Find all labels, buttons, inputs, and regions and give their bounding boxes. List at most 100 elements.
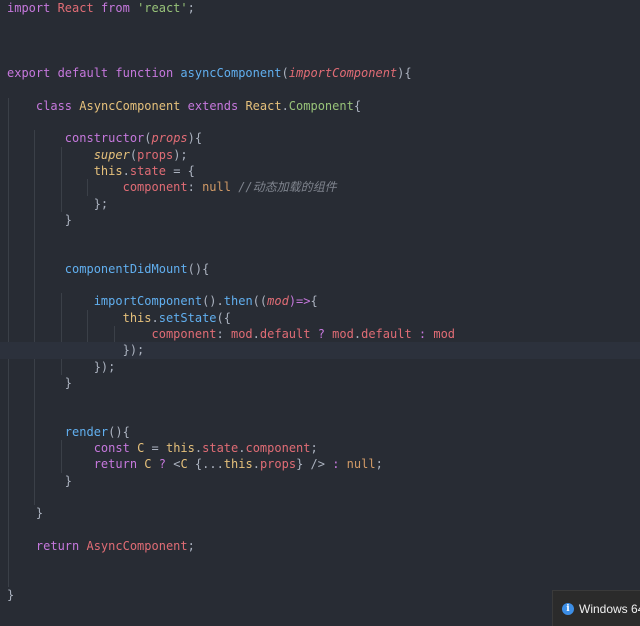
code-token: component xyxy=(245,441,311,456)
code-line[interactable]: }); xyxy=(0,359,640,375)
code-token: ; xyxy=(187,538,195,553)
code-line[interactable] xyxy=(0,49,640,65)
code-line[interactable]: }; xyxy=(0,196,640,212)
code-line[interactable]: this.setState({ xyxy=(0,310,640,326)
code-line[interactable]: importComponent().then((mod)=>{ xyxy=(0,293,640,309)
code-token: = { xyxy=(165,164,195,178)
code-token: mod xyxy=(433,327,456,341)
code-token: then xyxy=(223,294,253,309)
code-token: { xyxy=(353,98,362,113)
code-line[interactable]: export default function asyncComponent(i… xyxy=(0,65,640,81)
code-token: }); xyxy=(93,359,116,374)
code-line[interactable]: import React from 'react'; xyxy=(0,0,640,16)
code-token: return xyxy=(35,538,87,553)
code-line[interactable]: component: null //动态加载的组件 xyxy=(0,179,640,195)
code-line[interactable]: render(){ xyxy=(0,424,640,440)
code-token: C xyxy=(144,457,152,472)
code-token: mod xyxy=(230,327,253,341)
code-token: class xyxy=(35,98,80,113)
code-token: } xyxy=(7,587,15,602)
code-line[interactable]: } xyxy=(0,212,640,228)
code-token: export default function xyxy=(7,66,181,81)
code-token: return xyxy=(93,457,145,472)
code-line[interactable]: } xyxy=(0,505,640,521)
code-token: . xyxy=(353,327,362,341)
code-token: : xyxy=(216,327,231,341)
code-token: this xyxy=(165,441,195,456)
code-token: . xyxy=(151,310,159,325)
code-token: null xyxy=(346,457,376,472)
info-icon: i xyxy=(562,602,574,615)
code-token: ? xyxy=(151,457,174,472)
code-line[interactable] xyxy=(0,277,640,293)
code-token: ; xyxy=(375,457,383,472)
code-token: from xyxy=(100,1,138,15)
code-token: props xyxy=(137,147,174,162)
code-token: (( xyxy=(252,294,268,309)
code-line[interactable]: const C = this.state.component; xyxy=(0,440,640,456)
code-token: this xyxy=(223,457,253,472)
code-line[interactable] xyxy=(0,522,640,538)
code-token: const xyxy=(93,441,138,456)
code-token: extends xyxy=(187,98,246,113)
code-line[interactable] xyxy=(0,16,640,32)
code-line[interactable]: return AsyncComponent; xyxy=(0,538,640,554)
code-line[interactable] xyxy=(0,82,640,98)
code-line[interactable]: } xyxy=(0,587,640,603)
code-token: props xyxy=(151,131,188,146)
code-token: super xyxy=(93,147,130,162)
code-line[interactable]: } xyxy=(0,473,640,489)
code-token: component xyxy=(151,327,217,341)
windows-notification[interactable]: i Windows 64 xyxy=(552,590,640,626)
code-token: ({ xyxy=(216,310,231,325)
code-line[interactable] xyxy=(0,114,640,130)
code-line[interactable] xyxy=(0,571,640,587)
code-token: ; xyxy=(310,441,318,456)
code-token: constructor xyxy=(64,131,145,146)
code-token: mod xyxy=(267,294,289,309)
code-token: mod xyxy=(332,327,354,341)
code-line[interactable]: } xyxy=(0,375,640,391)
code-token: Component xyxy=(288,98,354,113)
code-token: ( xyxy=(144,131,152,146)
code-line[interactable]: component: mod.default ? mod.default : m… xyxy=(0,326,640,342)
code-line[interactable] xyxy=(0,228,640,244)
code-token: ( xyxy=(129,147,138,162)
code-line[interactable]: this.state = { xyxy=(0,163,640,179)
code-line[interactable] xyxy=(0,391,640,407)
code-editor[interactable]: import React from 'react'; export default… xyxy=(0,0,640,626)
code-token: null xyxy=(202,180,231,195)
code-token: }); xyxy=(122,343,145,358)
code-token: component xyxy=(122,180,188,195)
code-line[interactable]: }); xyxy=(0,342,640,359)
code-token: C xyxy=(180,457,188,472)
code-token: ){ xyxy=(187,131,203,146)
code-line[interactable] xyxy=(0,33,640,49)
code-token: (). xyxy=(202,294,224,309)
code-line[interactable]: super(props); xyxy=(0,147,640,163)
code-token: : xyxy=(324,457,347,472)
code-token: (){ xyxy=(108,424,130,439)
code-line[interactable] xyxy=(0,408,640,424)
code-token: this xyxy=(122,310,152,325)
code-line[interactable]: constructor(props){ xyxy=(0,130,640,146)
code-token: } xyxy=(64,473,73,488)
code-token: this xyxy=(93,164,123,178)
code-line[interactable] xyxy=(0,489,640,505)
code-line[interactable]: return C ? <C {...this.props} /> : null; xyxy=(0,456,640,472)
code-line[interactable] xyxy=(0,245,640,261)
code-line[interactable]: componentDidMount(){ xyxy=(0,261,640,277)
notification-text: Windows 64 xyxy=(579,601,640,616)
code-token: . xyxy=(252,327,260,341)
code-line[interactable] xyxy=(0,554,640,570)
code-line[interactable]: class AsyncComponent extends React.Compo… xyxy=(0,98,640,114)
